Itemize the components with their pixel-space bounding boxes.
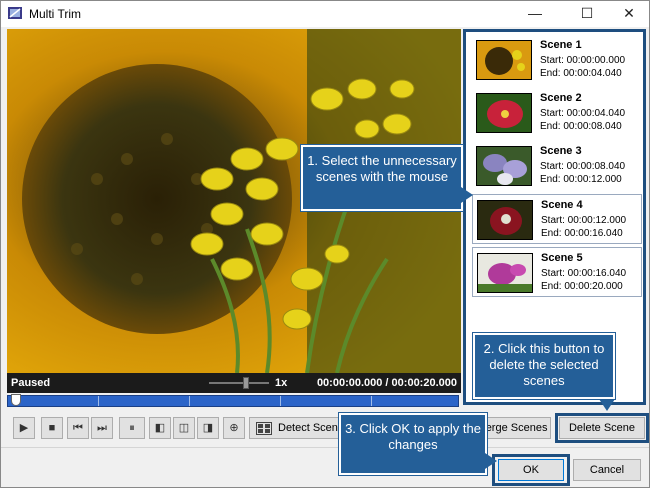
scene-item[interactable]: Scene 3 Start: 00:00:08.040 End: 00:00:1… [472,141,642,191]
detect-scenes-button[interactable]: Detect Scenes [249,417,339,439]
stop-button[interactable]: ■ [41,417,63,439]
scene-item[interactable]: Scene 2 Start: 00:00:04.040 End: 00:00:0… [472,88,642,138]
close-button[interactable]: ✕ [607,1,650,27]
scene-thumbnail [476,93,532,133]
timeline-playhead[interactable] [11,394,21,406]
speed-slider[interactable] [209,377,269,389]
callout-select-scenes: 1. Select the unnecessary scenes with th… [301,145,463,211]
speed-label: 1x [275,377,288,389]
scene-start-time: Start: 00:00:12.000 [541,215,627,226]
scene-start-time: Start: 00:00:04.040 [540,108,626,119]
detect-scenes-icon [256,422,272,435]
detect-scenes-label: Detect Scenes [278,422,338,434]
scene-name: Scene 3 [540,145,582,157]
play-icon: ▶ [19,422,29,434]
scene-boundary-tick [280,396,281,406]
callout-arrow [461,187,473,203]
previous-frame-icon: ⏮ [73,422,83,434]
maximize-icon: ☐ [580,5,594,21]
cancel-button[interactable]: Cancel [573,459,641,481]
next-frame-icon: ⏭ [97,422,107,434]
scene-end-time: End: 00:00:12.000 [540,174,622,185]
scene-end-time: End: 00:00:20.000 [541,281,623,292]
next-frame-button[interactable]: ⏭ [91,417,113,439]
mark-end-button[interactable]: ◨ [197,417,219,439]
scene-item[interactable]: Scene 1 Start: 00:00:00.000 End: 00:00:0… [472,35,642,85]
scene-thumbnail [477,200,533,240]
title-bar: Multi Trim — ☐ ✕ [1,1,649,27]
scene-item-selected[interactable]: Scene 5 Start: 00:00:16.040 End: 00:00:2… [472,247,642,297]
zoom-icon: ⊕ [229,422,239,434]
maximize-button[interactable]: ☐ [565,1,609,27]
scene-boundary-tick [371,396,372,406]
app-icon [8,7,22,19]
scene-timeline[interactable] [7,394,459,407]
scene-thumbnail [476,146,532,186]
speed-slider-thumb[interactable] [243,377,249,389]
scene-end-time: End: 00:00:04.040 [540,68,622,79]
mark-end-icon: ◨ [202,422,214,434]
window-title: Multi Trim [29,7,81,21]
scene-start-time: Start: 00:00:00.000 [540,55,626,66]
scene-thumbnail [477,253,533,293]
footer-divider [1,447,649,448]
scene-name: Scene 4 [541,199,583,211]
play-button[interactable]: ▶ [13,417,35,439]
mark-start-button[interactable]: ◧ [149,417,171,439]
scene-name: Scene 1 [540,39,582,51]
callout-delete-scenes: 2. Click this button to delete the selec… [473,333,615,399]
scene-boundary-tick [189,396,190,406]
scene-name: Scene 5 [541,252,583,264]
minimize-button[interactable]: — [513,1,557,27]
scene-boundary-tick [98,396,99,406]
delete-scene-button[interactable]: Delete Scene [559,417,645,439]
callout-arrow [485,453,497,469]
scene-name: Scene 2 [540,92,582,104]
scene-start-time: Start: 00:00:08.040 [540,161,626,172]
mark-start-icon: ◧ [154,422,166,434]
ok-button[interactable]: OK [498,459,564,481]
previous-frame-button[interactable]: ⏮ [67,417,89,439]
stop-icon: ■ [48,422,56,434]
player-status-bar: Paused 1x 00:00:00.000 / 00:00:20.000 [7,373,461,393]
scene-thumbnail [476,40,532,80]
split-scene-button[interactable]: ⏸ [119,417,145,439]
scene-end-time: End: 00:00:08.040 [540,121,622,132]
scene-end-time: End: 00:00:16.040 [541,228,623,239]
mark-middle-button[interactable]: ◫ [173,417,195,439]
mark-middle-icon: ◫ [178,422,190,434]
time-readout: 00:00:00.000 / 00:00:20.000 [316,377,457,389]
close-icon: ✕ [623,5,635,21]
playback-status: Paused [11,377,51,389]
callout-apply-changes: 3. Click OK to apply the changes [339,413,487,475]
callout-arrow [599,399,615,411]
multi-trim-window: Multi Trim — ☐ ✕ Paused 1x 00:00:00.000 … [0,0,650,488]
scene-start-time: Start: 00:00:16.040 [541,268,627,279]
split-scene-icon: ⏸ [129,422,135,434]
zoom-button[interactable]: ⊕ [223,417,245,439]
scene-item-selected[interactable]: Scene 4 Start: 00:00:12.000 End: 00:00:1… [472,194,642,244]
minimize-icon: — [528,5,542,21]
